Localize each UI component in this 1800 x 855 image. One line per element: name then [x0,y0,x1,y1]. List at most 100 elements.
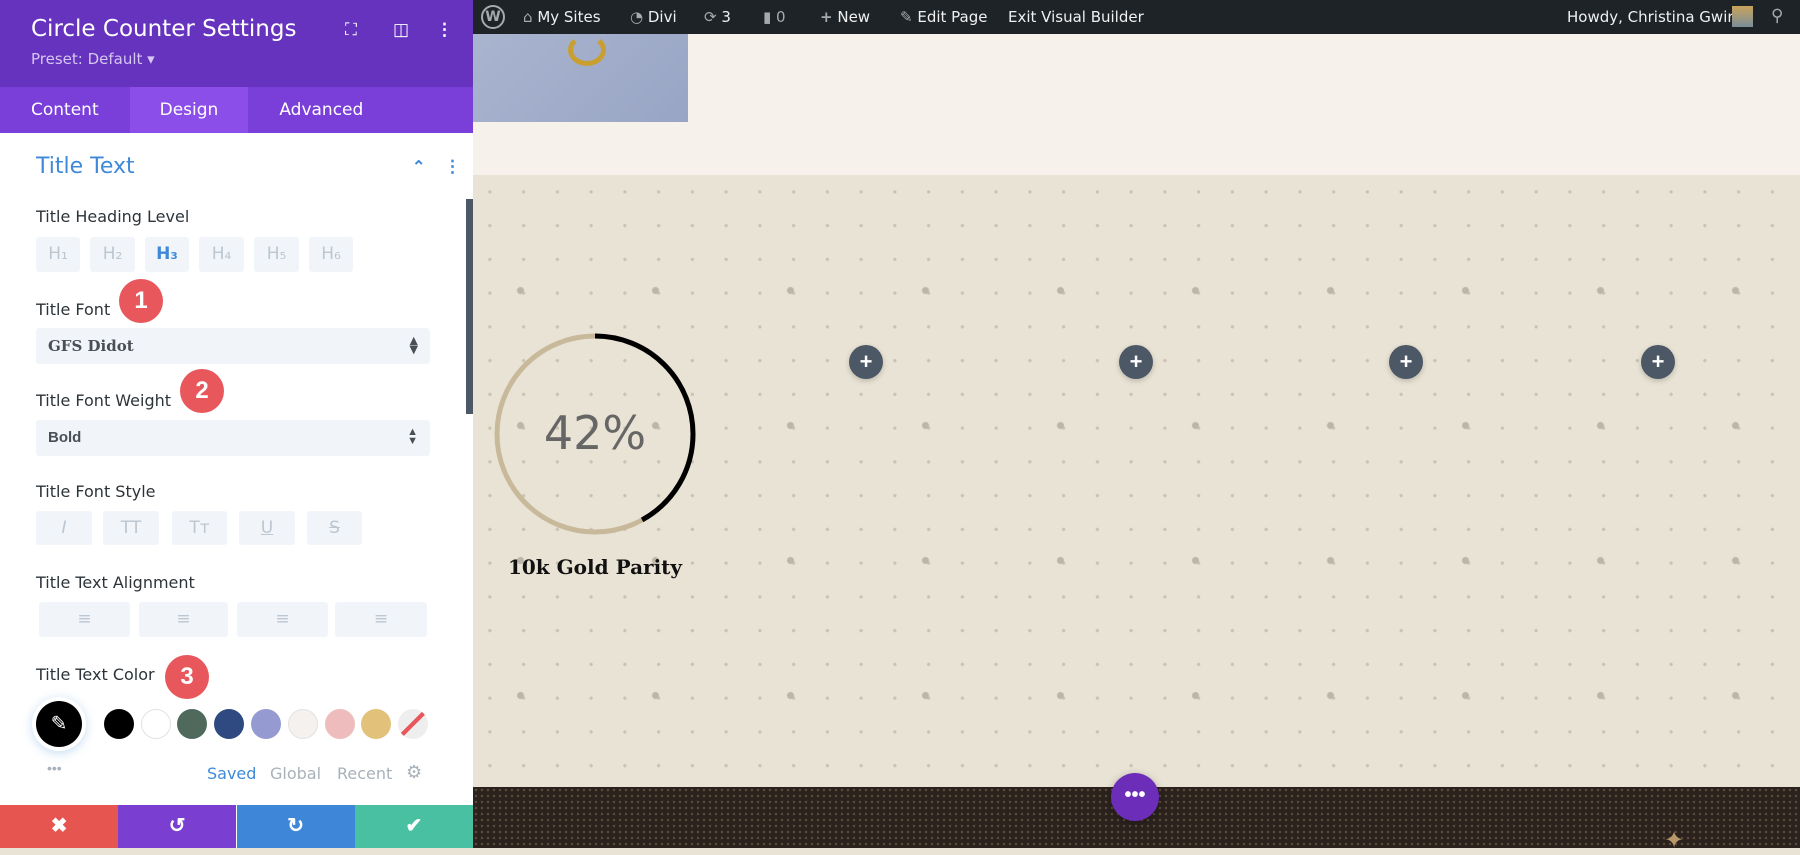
heading-level-label: Title Heading Level [36,207,190,226]
check-icon: ✔ [405,815,423,837]
dashboard-icon: ◔ [630,8,644,26]
divi-label: Divi [647,8,677,26]
user-avatar[interactable] [1732,6,1753,27]
page-settings-button[interactable]: ••• [1111,773,1159,821]
my-sites-label: My Sites [537,8,601,26]
capitalize-button[interactable]: Tт [172,511,227,545]
updates-count: 3 [721,8,731,26]
more-dots-icon: ••• [1124,784,1146,806]
justify-button[interactable]: ≡ [335,602,427,637]
font-weight-value: Bold [48,429,82,446]
edit-page-link[interactable]: ✎ Edit Page [900,8,988,26]
swatch-transparent[interactable] [398,709,428,739]
color-picker-button[interactable]: ✎ [32,697,86,751]
title-font-label: Title Font [36,300,111,319]
font-style-label: Title Font Style [36,482,156,501]
underline-button[interactable]: U [239,511,295,545]
color-settings-gear-icon[interactable]: ⚙ [406,762,422,783]
global-colors-tab[interactable]: Global [270,764,321,783]
swatch-pink[interactable] [325,709,355,739]
comments-link[interactable]: ▮ 0 [763,8,786,26]
plus-icon: + [820,8,833,26]
h5-button[interactable]: H₅ [254,237,299,272]
my-sites-icon: ⌂ [523,8,533,26]
updates-link[interactable]: ⟳ 3 [704,8,731,26]
swatch-green[interactable] [177,709,207,739]
alignment-label: Title Text Alignment [36,573,195,592]
title-font-select[interactable]: GFS Didot ▲ ▼ [36,328,430,364]
saved-colors-tab[interactable]: Saved [207,764,256,783]
save-button[interactable]: ✔ [354,805,473,848]
add-module-button[interactable]: + [1389,345,1423,379]
italic-button[interactable]: I [36,511,92,545]
panel-tabs: Content Design Advanced [0,87,473,133]
redo-icon: ↻ [287,815,304,837]
search-icon[interactable]: ⚲ [1771,6,1783,26]
recent-colors-tab[interactable]: Recent [337,764,392,783]
more-options-icon[interactable]: ⋮ [436,20,453,40]
tab-advanced[interactable]: Advanced [248,87,394,133]
panel-header: Circle Counter Settings Preset: Default … [0,0,473,87]
pencil-icon: ✎ [900,8,913,26]
strikethrough-button[interactable]: S [307,511,362,545]
swatch-navy[interactable] [214,709,244,739]
font-weight-label: Title Font Weight [36,391,172,410]
comments-count: 0 [776,8,786,26]
undo-button[interactable]: ↺ [118,805,237,848]
panel-scrollbar[interactable] [466,199,473,414]
step-badge-2: 2 [180,369,224,413]
align-center-button[interactable]: ≡ [139,602,228,637]
panel-title: Circle Counter Settings [31,16,297,42]
section-menu-icon[interactable]: ⋮ [444,157,461,177]
my-sites-link[interactable]: ⌂ My Sites [523,8,601,26]
exit-visual-builder-link[interactable]: Exit Visual Builder [1008,8,1144,26]
gold-ring-shape [568,34,606,66]
updates-icon: ⟳ [704,8,717,26]
tab-content[interactable]: Content [0,87,130,133]
comment-icon: ▮ [763,8,772,26]
wordpress-logo-icon[interactable]: W [481,5,505,29]
counter-percent: 42% [543,406,647,460]
fullscreen-icon[interactable]: ⛶ [345,20,357,40]
sidebar-layout-icon[interactable]: ◫ [393,20,409,40]
swatch-gold[interactable] [361,709,391,739]
h3-button[interactable]: H₃ [145,237,189,272]
text-color-label: Title Text Color [36,665,155,684]
section-title[interactable]: Title Text [36,154,135,179]
tab-design[interactable]: Design [129,87,249,133]
sparkle-icon: ✦ [1664,827,1685,854]
swatch-lavender[interactable] [251,709,281,739]
add-module-button[interactable]: + [1119,345,1153,379]
new-label: New [837,8,871,26]
title-font-value: GFS Didot [48,337,134,355]
settings-panel: Circle Counter Settings Preset: Default … [0,0,473,848]
preset-dropdown[interactable]: Preset: Default ▾ [31,50,155,68]
redo-button[interactable]: ↻ [236,805,355,848]
add-module-button[interactable]: + [1641,345,1675,379]
gold-rings-image [473,34,688,122]
collapse-chevron-icon[interactable]: ⌃ [412,157,425,177]
h1-button[interactable]: H₁ [36,237,80,272]
howdy-user-link[interactable]: Howdy, Christina Gwira [1567,8,1743,26]
counter-title: 10k Gold Parity [507,555,683,579]
h2-button[interactable]: H₂ [90,237,135,272]
swatch-cream[interactable] [288,709,318,739]
step-badge-3: 3 [165,655,209,699]
align-left-button[interactable]: ≡ [39,602,130,637]
swatch-white[interactable] [141,709,171,739]
new-link[interactable]: + New [820,8,870,26]
uppercase-button[interactable]: TT [103,511,159,545]
align-right-button[interactable]: ≡ [237,602,328,637]
h4-button[interactable]: H₄ [199,237,244,272]
undo-icon: ↺ [168,815,186,837]
h6-button[interactable]: H₆ [309,237,353,272]
justify-icon: ≡ [373,609,389,629]
add-module-button[interactable]: + [849,345,883,379]
wp-admin-bar: W ⌂ My Sites ◔ Divi ⟳ 3 ▮ 0 + New ✎ Edit… [473,0,1800,34]
swatch-black[interactable] [104,709,134,739]
align-left-icon: ≡ [77,609,92,629]
discard-button[interactable]: ✖ [0,805,119,848]
more-colors-icon[interactable]: ••• [47,760,62,776]
font-weight-select[interactable]: Bold ▲ ▼ [36,420,430,456]
divi-link[interactable]: ◔ Divi [630,8,677,26]
